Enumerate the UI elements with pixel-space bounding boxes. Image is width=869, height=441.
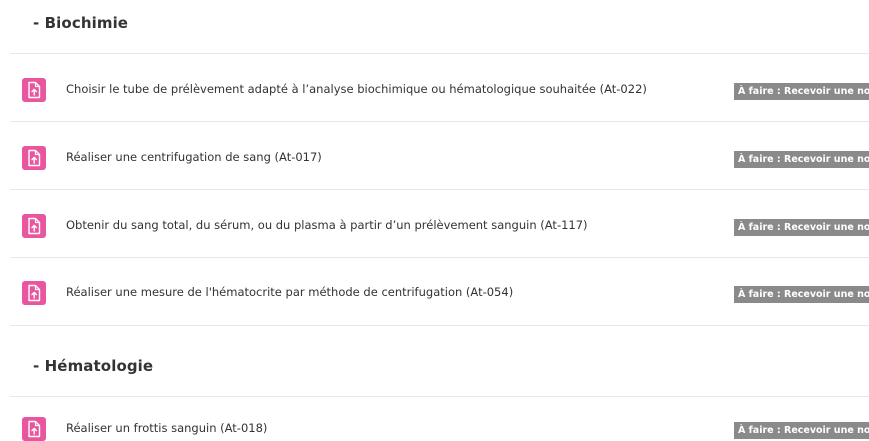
activity-item[interactable]: Réaliser une mesure de l'hématocrite par… — [0, 281, 869, 311]
activity-link[interactable]: Réaliser une centrifugation de sang (At-… — [66, 150, 322, 164]
section-title-hematologie: - Hématologie — [33, 357, 154, 375]
completion-status-badge: À faire : Recevoir une note — [734, 422, 869, 439]
assignment-upload-icon[interactable] — [22, 214, 46, 238]
activity-item[interactable]: Réaliser un frottis sanguin (At-018) À f… — [0, 417, 869, 441]
completion-status-badge: À faire : Recevoir une note — [734, 286, 869, 303]
assignment-upload-icon[interactable] — [22, 78, 46, 102]
divider — [10, 189, 869, 190]
completion-status-badge: À faire : Recevoir une note — [734, 83, 869, 100]
activity-link[interactable]: Réaliser un frottis sanguin (At-018) — [66, 421, 267, 435]
assignment-upload-icon[interactable] — [22, 146, 46, 170]
activity-item[interactable]: Choisir le tube de prélèvement adapté à … — [0, 78, 869, 108]
assignment-upload-icon[interactable] — [22, 417, 46, 441]
divider — [10, 53, 869, 54]
activity-link[interactable]: Choisir le tube de prélèvement adapté à … — [66, 82, 647, 96]
divider — [10, 396, 869, 397]
completion-status-badge: À faire : Recevoir une note — [734, 219, 869, 236]
activity-link[interactable]: Réaliser une mesure de l'hématocrite par… — [66, 285, 513, 299]
activity-link[interactable]: Obtenir du sang total, du sérum, ou du p… — [66, 218, 588, 232]
divider — [10, 325, 869, 326]
course-content: - Biochimie Choisir le tube de prélèveme… — [0, 0, 869, 441]
divider — [10, 257, 869, 258]
section-title-biochimie: - Biochimie — [33, 14, 129, 32]
divider — [10, 121, 869, 122]
completion-status-badge: À faire : Recevoir une note — [734, 151, 869, 168]
activity-item[interactable]: Obtenir du sang total, du sérum, ou du p… — [0, 214, 869, 244]
activity-item[interactable]: Réaliser une centrifugation de sang (At-… — [0, 146, 869, 176]
assignment-upload-icon[interactable] — [22, 281, 46, 305]
